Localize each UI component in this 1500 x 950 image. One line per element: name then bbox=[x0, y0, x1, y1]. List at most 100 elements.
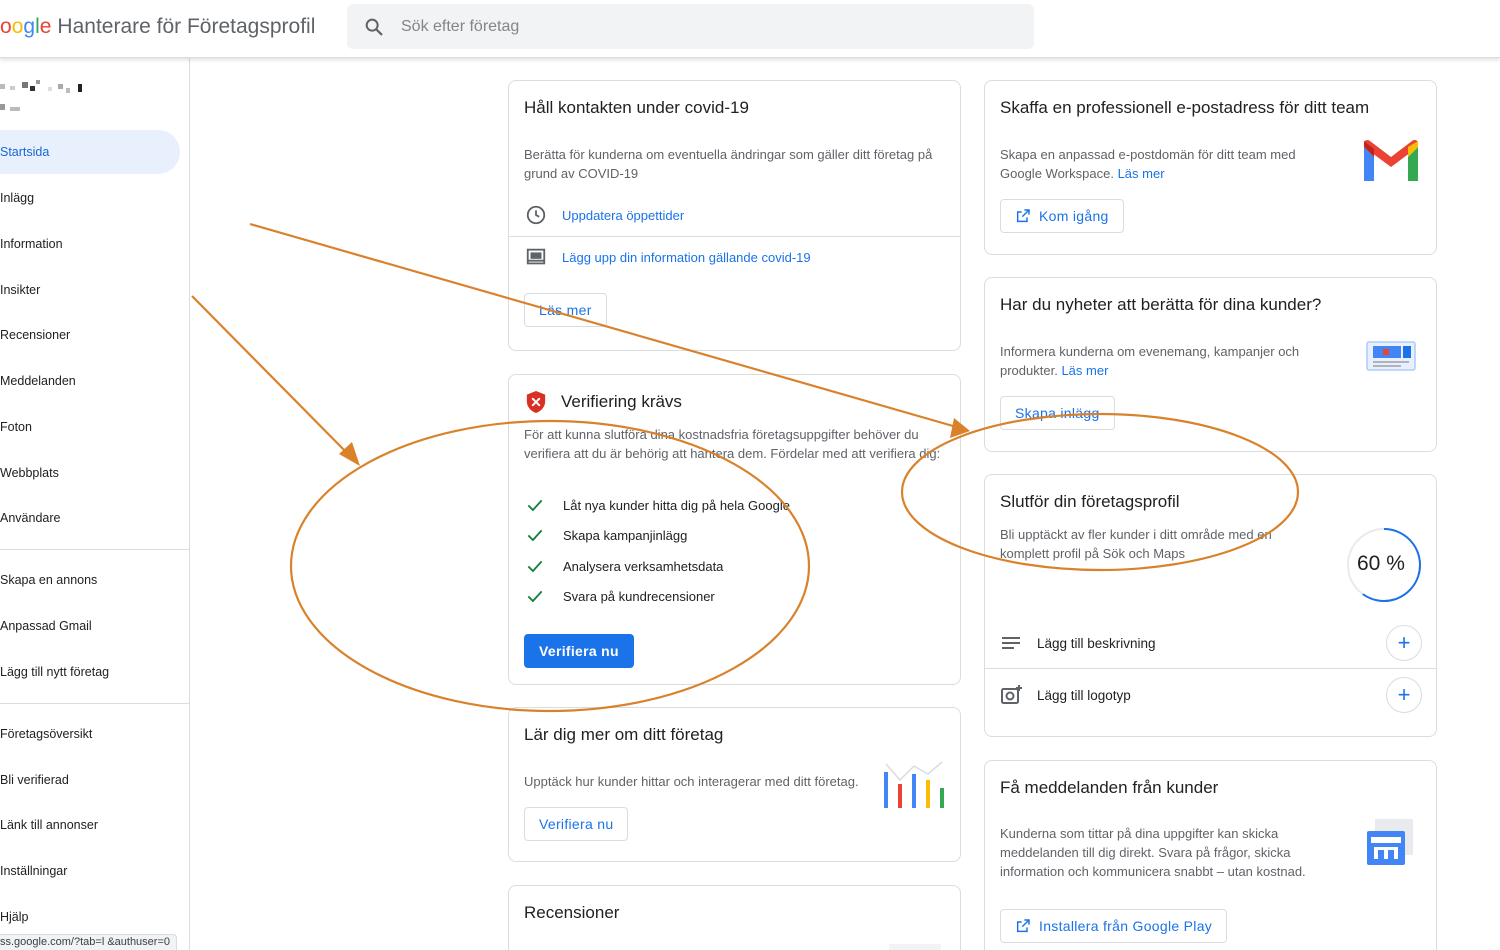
sidebar-item-insikter[interactable]: Insikter bbox=[0, 268, 180, 312]
read-more-link[interactable]: Läs mer bbox=[1118, 166, 1165, 181]
card-description: Informera kunderna om evenemang, kampanj… bbox=[1000, 342, 1330, 380]
messages-store-icon bbox=[1367, 819, 1413, 865]
install-google-play-button[interactable]: Installera från Google Play bbox=[1000, 909, 1228, 943]
analytics-bars-icon bbox=[884, 761, 944, 808]
sidebar-item-lank-annonser[interactable]: Länk till annonser bbox=[0, 803, 180, 847]
card-description: Skapa en anpassad e-postdomän för ditt t… bbox=[1000, 145, 1330, 183]
messages-card: Få meddelanden från kunder Kunderna som … bbox=[984, 760, 1437, 950]
benefit-item: Låt nya kunder hitta dig på hela Google bbox=[525, 494, 790, 516]
annotation-arrow-left bbox=[191, 295, 353, 459]
task-add-description[interactable]: Lägg till beskrivning + bbox=[999, 623, 1422, 663]
task-label: Lägg till logotyp bbox=[1037, 687, 1131, 703]
reviews-illustration bbox=[889, 944, 941, 950]
progress-label: 60 % bbox=[1357, 552, 1405, 575]
benefit-item: Analysera verksamhetsdata bbox=[525, 555, 723, 577]
sidebar-item-installningar[interactable]: Inställningar bbox=[0, 849, 180, 893]
card-description: Berätta för kunderna om eventuella ändri… bbox=[524, 147, 933, 181]
sidebar-item-webbplats[interactable]: Webbplats bbox=[0, 451, 180, 495]
logo-letter: o bbox=[11, 15, 24, 38]
verify-card: Verifiering krävs För att kunna slutföra… bbox=[508, 374, 961, 685]
external-link-icon bbox=[1016, 209, 1030, 223]
sidebar-item-inlagg[interactable]: Inlägg bbox=[0, 176, 180, 220]
logo-letter: g bbox=[23, 15, 36, 38]
sidebar-item-bli-verifierad[interactable]: Bli verifierad bbox=[0, 758, 180, 802]
learn-card: Lär dig mer om ditt företag Upptäck hur … bbox=[508, 707, 961, 862]
read-more-button[interactable]: Läs mer bbox=[524, 293, 607, 327]
create-post-button[interactable]: Skapa inlägg bbox=[1000, 396, 1115, 430]
search-input[interactable] bbox=[401, 4, 1001, 49]
card-title: Slutför din företagsprofil bbox=[1000, 492, 1180, 511]
sidebar-item-information[interactable]: Information bbox=[0, 222, 180, 266]
benefit-label: Analysera verksamhetsdata bbox=[563, 558, 724, 574]
news-post-icon bbox=[1366, 341, 1416, 371]
sidebar-item-foton[interactable]: Foton bbox=[0, 405, 180, 449]
card-title: Har du nyheter att berätta för dina kund… bbox=[1000, 295, 1322, 314]
logo-letter: o bbox=[0, 15, 12, 38]
divider bbox=[509, 236, 960, 237]
news-card: Har du nyheter att berätta för dina kund… bbox=[984, 277, 1437, 452]
benefit-item: Skapa kampanjinlägg bbox=[525, 524, 687, 546]
description-lines-icon bbox=[1002, 637, 1020, 649]
add-photo-icon bbox=[1001, 685, 1022, 704]
search-icon[interactable] bbox=[363, 16, 385, 38]
search-bar[interactable] bbox=[347, 4, 1034, 49]
task-label: Lägg till beskrivning bbox=[1037, 635, 1156, 651]
covid-card: Håll kontakten under covid-19 Berätta fö… bbox=[508, 80, 961, 351]
button-label: Installera från Google Play bbox=[1039, 918, 1213, 934]
verify-now-button[interactable]: Verifiera nu bbox=[524, 634, 634, 668]
reviews-card: Recensioner bbox=[508, 885, 961, 950]
benefit-item: Svara på kundrecensioner bbox=[525, 585, 715, 607]
sidebar: Startsida Inlägg Information Insikter Re… bbox=[0, 58, 190, 950]
read-more-link[interactable]: Läs mer bbox=[1061, 363, 1108, 378]
status-bar-url: ss.google.com/?tab=l &authuser=0 bbox=[0, 934, 178, 950]
card-description: Bli upptäckt av fler kunder i ditt områd… bbox=[1000, 527, 1272, 561]
sidebar-divider bbox=[0, 549, 190, 550]
app-header: oogle Hanterare för Företagsprofil bbox=[0, 0, 1500, 58]
sidebar-item-skapa-annons[interactable]: Skapa en annons bbox=[0, 558, 180, 602]
check-icon bbox=[527, 499, 543, 512]
sidebar-item-hjalp[interactable]: Hjälp bbox=[0, 895, 180, 939]
covid-info-link[interactable]: Lägg upp din information gällande covid-… bbox=[562, 250, 811, 265]
arrowhead-icon bbox=[339, 442, 360, 466]
divider bbox=[985, 668, 1436, 669]
benefit-label: Låt nya kunder hitta dig på hela Google bbox=[563, 497, 790, 513]
sidebar-item-anvandare[interactable]: Användare bbox=[0, 496, 180, 540]
sidebar-divider bbox=[0, 703, 190, 704]
add-logo-button[interactable]: + bbox=[1386, 677, 1422, 713]
sidebar-item-recensioner[interactable]: Recensioner bbox=[0, 313, 180, 357]
post-icon bbox=[526, 248, 546, 265]
card-title: Få meddelanden från kunder bbox=[1000, 778, 1219, 797]
app-title: Hanterare för Företagsprofil bbox=[57, 15, 316, 38]
card-title: Verifiering krävs bbox=[561, 392, 682, 411]
update-hours-link[interactable]: Uppdatera öppettider bbox=[562, 208, 684, 223]
sidebar-item-anpassad-gmail[interactable]: Anpassad Gmail bbox=[0, 604, 180, 648]
sidebar-item-nytt-foretag[interactable]: Lägg till nytt företag bbox=[0, 650, 180, 694]
check-icon bbox=[527, 560, 543, 573]
check-icon bbox=[527, 529, 543, 542]
sidebar-item-meddelanden[interactable]: Meddelanden bbox=[0, 359, 180, 403]
sidebar-item-foretagsoversikt[interactable]: Företagsöversikt bbox=[0, 712, 180, 756]
clock-icon bbox=[526, 205, 546, 225]
card-title: Håll kontakten under covid-19 bbox=[524, 98, 749, 117]
add-description-button[interactable]: + bbox=[1386, 625, 1422, 661]
external-link-icon bbox=[1016, 919, 1030, 933]
logo-letter: e bbox=[39, 15, 52, 38]
learn-verify-button[interactable]: Verifiera nu bbox=[524, 807, 629, 841]
task-add-logo[interactable]: Lägg till logotyp + bbox=[999, 675, 1422, 715]
profile-completion-card: Slutför din företagsprofil Bli upptäckt … bbox=[984, 474, 1437, 737]
shield-alert-icon bbox=[526, 391, 546, 413]
sidebar-item-startsida[interactable]: Startsida bbox=[0, 130, 180, 174]
account-avatar[interactable] bbox=[0, 78, 90, 118]
card-description: För att kunna slutföra dina kostnadsfria… bbox=[524, 427, 941, 461]
app-logo[interactable]: oogle Hanterare för Företagsprofil bbox=[0, 15, 315, 39]
card-description: Kunderna som tittar på dina uppgifter ka… bbox=[1000, 826, 1306, 879]
card-description: Upptäck hur kunder hittar och interagera… bbox=[524, 774, 859, 789]
card-title: Skaffa en professionell e-postadress för… bbox=[1000, 98, 1370, 117]
get-started-button[interactable]: Kom igång bbox=[1000, 199, 1124, 233]
benefit-label: Svara på kundrecensioner bbox=[563, 588, 715, 604]
button-label: Kom igång bbox=[1039, 208, 1109, 224]
gmail-logo-icon bbox=[1364, 139, 1418, 181]
benefit-label: Skapa kampanjinlägg bbox=[563, 527, 688, 543]
check-icon bbox=[527, 590, 543, 603]
description-text: Informera kunderna om evenemang, kampanj… bbox=[1000, 344, 1300, 378]
